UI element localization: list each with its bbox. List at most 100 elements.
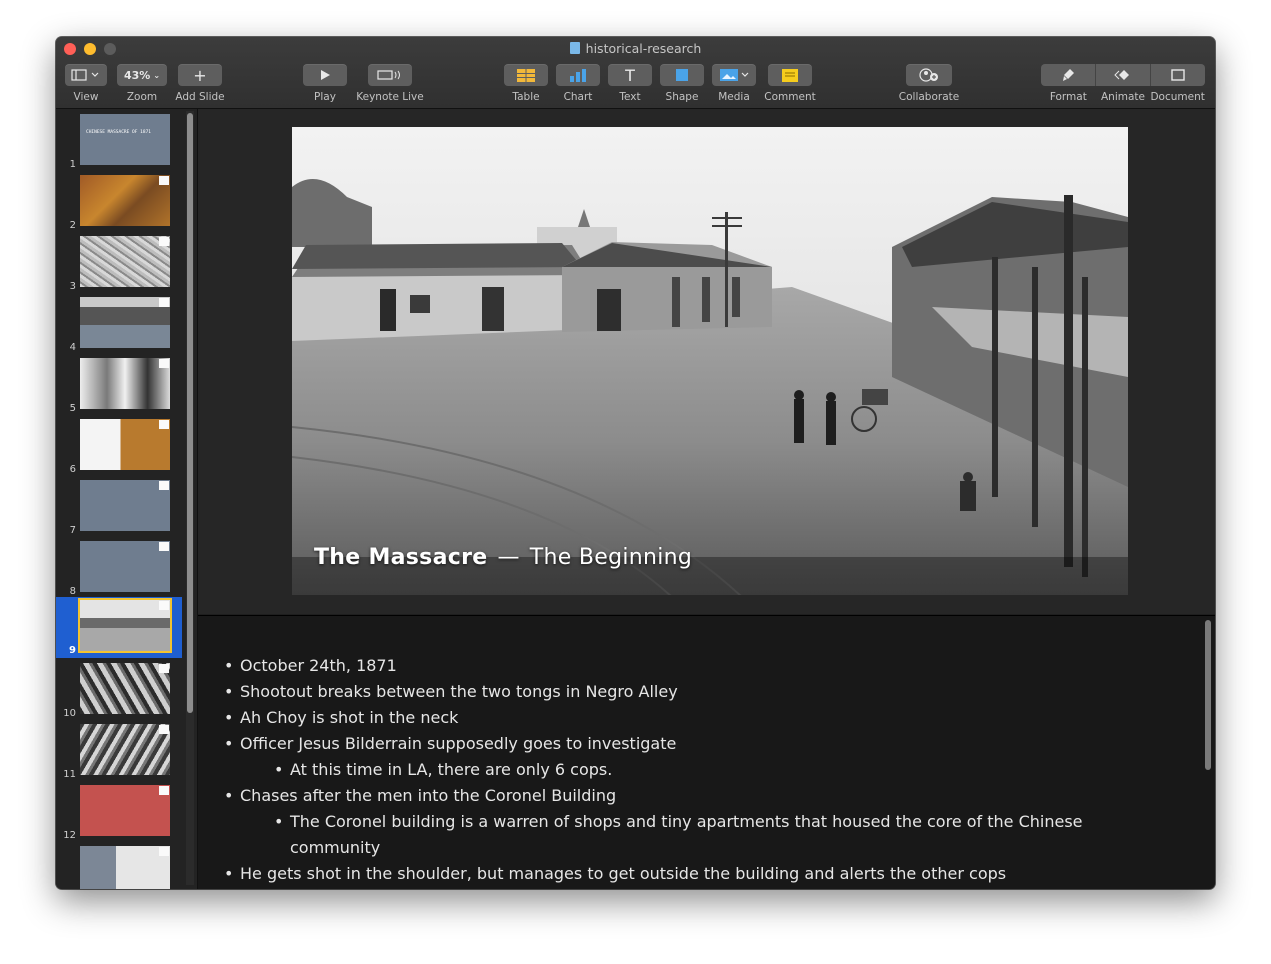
chart-icon: [570, 69, 586, 82]
slide-preview: [80, 480, 170, 531]
collaborate-tool[interactable]: Collaborate: [894, 64, 964, 103]
slide-preview: [80, 175, 170, 226]
slide-thumbnail-9[interactable]: 9: [56, 597, 182, 658]
current-slide[interactable]: The Massacre — The Beginning: [292, 127, 1128, 595]
media-label: Media: [718, 91, 750, 103]
add-slide-button[interactable]: +: [178, 64, 222, 86]
slide-thumbnail-3[interactable]: 3: [56, 233, 182, 294]
slide-thumbnail-title: CHINESE MASSACRE OF 1871: [86, 130, 152, 135]
view-label: View: [73, 91, 99, 103]
note-subitem[interactable]: The Coronel building is a warren of shop…: [274, 809, 1124, 861]
plus-icon: +: [193, 65, 207, 85]
media-button[interactable]: [712, 64, 756, 86]
slide-title[interactable]: The Massacre — The Beginning: [314, 545, 692, 570]
slide-thumbnail-12[interactable]: 12: [56, 782, 182, 843]
mini-image: [159, 725, 169, 734]
comment-tool[interactable]: Comment: [762, 64, 818, 103]
slide-title-rest: The Beginning: [529, 545, 693, 570]
note-item[interactable]: Shootout breaks between the two tongs in…: [224, 679, 1124, 705]
note-subitem[interactable]: At this time in LA, there are only 6 cop…: [274, 757, 1124, 783]
mini-image: [159, 601, 169, 610]
zoom-value: 43%: [123, 68, 151, 82]
shape-button[interactable]: [660, 64, 704, 86]
note-item[interactable]: Chases after the men into the Coronel Bu…: [224, 783, 1124, 809]
table-button[interactable]: [504, 64, 548, 86]
slide-number: 11: [63, 769, 76, 780]
shape-icon: [676, 69, 688, 81]
mini-image: [159, 237, 169, 246]
slide-preview: [80, 663, 170, 714]
document-label: Document: [1150, 91, 1205, 103]
toolbar: historical-research View 43% ⌄ Zoom + Add…: [56, 37, 1215, 109]
zoom-tool[interactable]: 43% ⌄ Zoom: [116, 64, 168, 103]
document-icon: [569, 42, 580, 54]
format-button[interactable]: [1041, 64, 1096, 86]
shape-tool[interactable]: Shape: [660, 64, 704, 103]
play-button[interactable]: [303, 64, 347, 86]
note-item[interactable]: October 24th, 1871: [224, 653, 1124, 679]
media-tool[interactable]: Media: [712, 64, 756, 103]
play-label: Play: [314, 91, 336, 103]
table-tool[interactable]: Table: [504, 64, 548, 103]
slide-thumbnail-7[interactable]: 7: [56, 477, 182, 538]
slide-navigator: CHINESE MASSACRE OF 1871 1 2 3 4 5 6 7 8…: [56, 109, 198, 889]
document-button[interactable]: [1151, 64, 1205, 86]
slide-number: 8: [69, 586, 76, 597]
view-button[interactable]: [65, 64, 107, 86]
document-icon: [1171, 69, 1185, 81]
collaborate-icon: [919, 68, 938, 82]
collaborate-button[interactable]: [906, 64, 952, 86]
format-label: Format: [1049, 91, 1087, 103]
slide-thumbnail-10[interactable]: 10: [56, 660, 182, 721]
note-item[interactable]: Ah Choy is shot in the neck: [224, 705, 1124, 731]
slide-canvas[interactable]: The Massacre — The Beginning: [198, 109, 1215, 614]
keynote-window: historical-research View 43% ⌄ Zoom + Add…: [56, 37, 1215, 889]
slide-title-dash: —: [497, 545, 520, 570]
slide-preview: [80, 846, 170, 889]
slide-thumbnail-6[interactable]: 6: [56, 416, 182, 477]
slide-thumbnail-8[interactable]: 8: [56, 538, 182, 599]
slide-number: 12: [63, 830, 76, 841]
notes-scrollbar[interactable]: [1205, 620, 1211, 770]
slide-number: 5: [69, 403, 76, 414]
mini-image: [159, 176, 169, 185]
chart-tool[interactable]: Chart: [556, 64, 600, 103]
note-item[interactable]: He gets shot in the shoulder, but manage…: [224, 861, 1124, 887]
slide-preview: [80, 358, 170, 409]
inspector-tools[interactable]: Format Animate Document: [1041, 64, 1205, 103]
slide-thumbnail-13[interactable]: 13: [56, 843, 182, 889]
chevron-down-icon: ⌄: [153, 70, 161, 80]
notes-list[interactable]: October 24th, 1871 Shootout breaks betwe…: [224, 653, 1124, 887]
chart-button[interactable]: [556, 64, 600, 86]
slide-thumbnail-2[interactable]: 2: [56, 172, 182, 233]
slide-thumbnail-5[interactable]: 5: [56, 355, 182, 416]
comment-icon: [782, 68, 798, 82]
text-label: Text: [619, 91, 641, 103]
sidebar-icon: [71, 69, 99, 81]
slide-number: 4: [69, 342, 76, 353]
play-tool[interactable]: Play: [303, 64, 347, 103]
slide-thumbnail-11[interactable]: 11: [56, 721, 182, 782]
zoom-dropdown[interactable]: 43% ⌄: [117, 64, 167, 86]
slide-thumbnail-4[interactable]: 4: [56, 294, 182, 355]
window-title: historical-research: [56, 41, 1215, 56]
media-icon: [720, 69, 749, 81]
table-icon: [517, 68, 535, 82]
note-item[interactable]: Officer Jesus Bilderrain supposedly goes…: [224, 731, 1124, 757]
view-tool[interactable]: View: [64, 64, 108, 103]
text-tool[interactable]: T Text: [608, 64, 652, 103]
slide-number: 2: [69, 220, 76, 231]
slide-thumbnail-1[interactable]: CHINESE MASSACRE OF 1871 1: [56, 111, 182, 172]
slide-preview: [80, 541, 170, 592]
text-button[interactable]: T: [608, 64, 652, 86]
comment-button[interactable]: [768, 64, 812, 86]
keynote-live-tool[interactable]: Keynote Live: [354, 64, 426, 103]
keynote-live-button[interactable]: [368, 64, 412, 86]
keynote-live-label: Keynote Live: [356, 91, 424, 103]
navigator-scrollbar-thumb[interactable]: [187, 113, 193, 713]
add-slide-tool[interactable]: + Add Slide: [174, 64, 226, 103]
inspector-segmented-control[interactable]: [1041, 64, 1205, 86]
chart-label: Chart: [563, 91, 593, 103]
animate-button[interactable]: [1096, 64, 1151, 86]
presenter-notes[interactable]: October 24th, 1871 Shootout breaks betwe…: [198, 615, 1215, 889]
